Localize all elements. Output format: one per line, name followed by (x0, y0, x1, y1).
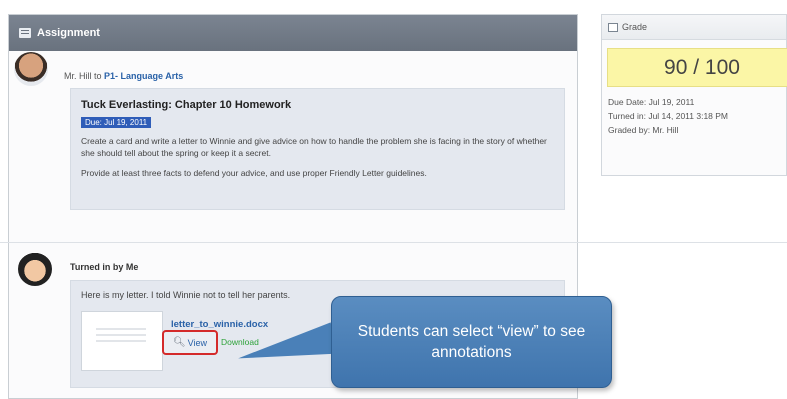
grade-due-date: Due Date: Jul 19, 2011 (608, 97, 695, 107)
file-name-link[interactable]: letter_to_winnie.docx (171, 319, 268, 330)
teacher-avatar (14, 52, 48, 86)
submission-note: Here is my letter. I told Winnie not to … (81, 290, 291, 300)
list-icon (19, 28, 31, 38)
view-label: View (187, 337, 208, 348)
turned-in-label: Turned in by Me (70, 262, 139, 272)
file-thumbnail[interactable] (81, 311, 163, 371)
grade-header-title: Grade (622, 22, 648, 32)
assignment-header-title: Assignment (37, 27, 100, 39)
grade-score: 90 / 100 (607, 48, 787, 87)
due-date-badge: Due: Jul 19, 2011 (81, 117, 152, 128)
assignment-paragraph-1: Create a card and write a letter to Winn… (81, 136, 547, 158)
grade-icon (608, 22, 618, 32)
annotation-callout: Students can select “view” to see annota… (331, 296, 612, 388)
assignment-header: Assignment (9, 15, 577, 51)
grade-header: Grade (602, 15, 786, 40)
section-divider (0, 242, 787, 243)
assignment-title: Tuck Everlasting: Chapter 10 Homework (81, 99, 292, 111)
view-button[interactable]: 🔍︎ View (162, 330, 218, 355)
class-link[interactable]: P1- Language Arts (104, 71, 183, 81)
assignment-byline: Mr. Hill to P1- Language Arts (64, 71, 183, 81)
grade-panel: Grade 90 / 100 Due Date: Jul 19, 2011 Tu… (601, 14, 787, 176)
assignment-description: Create a card and write a letter to Winn… (81, 135, 554, 179)
magnifier-icon: 🔍︎ (172, 336, 186, 348)
assignment-paragraph-2: Provide at least three facts to defend y… (81, 168, 427, 178)
grade-turned-in: Turned in: Jul 14, 2011 3:18 PM (608, 111, 729, 121)
student-avatar (18, 252, 52, 286)
grade-info: Due Date: Jul 19, 2011 Turned in: Jul 14… (608, 97, 768, 139)
callout-text: Students can select “view” to see annota… (357, 323, 586, 361)
assignment-details: Tuck Everlasting: Chapter 10 Homework Du… (70, 88, 565, 210)
grade-graded-by: Graded by: Mr. Hill (608, 125, 679, 135)
byline-author: Mr. Hill to (64, 71, 102, 81)
